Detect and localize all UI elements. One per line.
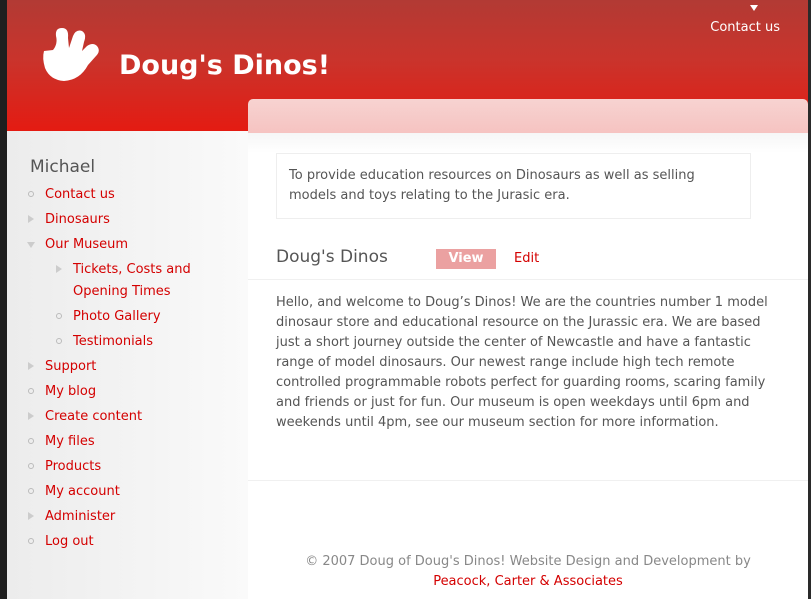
circle-bullet-icon bbox=[28, 488, 34, 494]
main-content: To provide education resources on Dinosa… bbox=[248, 133, 808, 599]
tab-view[interactable]: View bbox=[436, 249, 496, 269]
sidebar-item-label[interactable]: Dinosaurs bbox=[45, 212, 110, 227]
sidebar-item-label[interactable]: My blog bbox=[45, 384, 96, 399]
sidebar-item-label[interactable]: My account bbox=[45, 484, 120, 499]
circle-bullet-icon bbox=[28, 191, 34, 197]
sidebar-item-label[interactable]: My files bbox=[45, 434, 95, 449]
collapsed-arrow-icon bbox=[28, 362, 34, 370]
divider bbox=[248, 279, 808, 280]
sidebar-item-label[interactable]: Products bbox=[45, 459, 101, 474]
site-footer: © 2007 Doug of Doug's Dinos! Website Des… bbox=[248, 552, 808, 592]
sidebar-item-contact-us[interactable]: Contact us bbox=[27, 182, 242, 207]
sidebar-item-label[interactable]: Log out bbox=[45, 534, 94, 549]
sidebar-item-testimonials[interactable]: Testimonials bbox=[55, 329, 242, 354]
sidebar-item-create-content[interactable]: Create content bbox=[27, 404, 242, 429]
circle-bullet-icon bbox=[28, 388, 34, 394]
content-top-band bbox=[248, 99, 808, 133]
circle-bullet-icon bbox=[56, 338, 62, 344]
sidebar-item-label[interactable]: Create content bbox=[45, 409, 142, 424]
node-body: Hello, and welcome to Doug’s Dinos! We a… bbox=[276, 295, 768, 430]
expanded-arrow-icon bbox=[27, 242, 35, 248]
window-frame-left bbox=[0, 0, 7, 599]
tab-edit[interactable]: Edit bbox=[514, 249, 539, 269]
sidebar-item-label[interactable]: Support bbox=[45, 359, 96, 374]
circle-bullet-icon bbox=[28, 438, 34, 444]
sidebar-item-label[interactable]: Our Museum bbox=[45, 237, 128, 252]
divider bbox=[248, 480, 808, 481]
circle-bullet-icon bbox=[28, 463, 34, 469]
top-nav: Contact us bbox=[710, 16, 780, 35]
sidebar-menu: Contact us Dinosaurs Our Museum Tickets,… bbox=[27, 182, 242, 554]
sidebar-item-dinosaurs[interactable]: Dinosaurs bbox=[27, 207, 242, 232]
sidebar-item-label[interactable]: Testimonials bbox=[73, 334, 153, 349]
sidebar-item-label[interactable]: Tickets, Costs and Opening Times bbox=[73, 262, 191, 299]
collapsed-arrow-icon bbox=[28, 412, 34, 420]
sidebar-item-my-blog[interactable]: My blog bbox=[27, 379, 242, 404]
top-nav-contact-link[interactable]: Contact us bbox=[710, 20, 780, 35]
footer-text: © 2007 Doug of Doug's Dinos! Website Des… bbox=[305, 554, 751, 569]
sidebar-submenu: Tickets, Costs and Opening Times Photo G… bbox=[45, 257, 242, 354]
sidebar-item-products[interactable]: Products bbox=[27, 454, 242, 479]
dino-footprint-logo-icon[interactable] bbox=[40, 24, 104, 86]
collapsed-arrow-icon bbox=[28, 512, 34, 520]
collapsed-arrow-icon bbox=[28, 215, 34, 223]
sidebar-item-support[interactable]: Support bbox=[27, 354, 242, 379]
sidebar: Michael Contact us Dinosaurs Our Museum … bbox=[7, 131, 248, 599]
sidebar-item-administer[interactable]: Administer bbox=[27, 504, 242, 529]
collapsed-arrow-icon bbox=[56, 265, 62, 273]
sidebar-item-my-account[interactable]: My account bbox=[27, 479, 242, 504]
sidebar-item-label[interactable]: Contact us bbox=[45, 187, 115, 202]
circle-bullet-icon bbox=[28, 538, 34, 544]
caret-down-icon bbox=[750, 5, 758, 11]
sidebar-item-label[interactable]: Photo Gallery bbox=[73, 309, 161, 324]
site-name[interactable]: Doug's Dinos! bbox=[119, 50, 330, 81]
site-mission: To provide education resources on Dinosa… bbox=[276, 153, 751, 219]
footer-credit-link[interactable]: Peacock, Carter & Associates bbox=[433, 574, 623, 589]
node-title: Doug's Dinos bbox=[276, 247, 388, 267]
sidebar-item-tickets[interactable]: Tickets, Costs and Opening Times bbox=[55, 257, 242, 304]
circle-bullet-icon bbox=[56, 313, 62, 319]
sidebar-item-log-out[interactable]: Log out bbox=[27, 529, 242, 554]
sidebar-item-our-museum[interactable]: Our Museum Tickets, Costs and Opening Ti… bbox=[27, 232, 242, 354]
sidebar-user-name: Michael bbox=[30, 157, 96, 177]
sidebar-item-label[interactable]: Administer bbox=[45, 509, 115, 524]
sidebar-item-photo-gallery[interactable]: Photo Gallery bbox=[55, 304, 242, 329]
sidebar-item-my-files[interactable]: My files bbox=[27, 429, 242, 454]
